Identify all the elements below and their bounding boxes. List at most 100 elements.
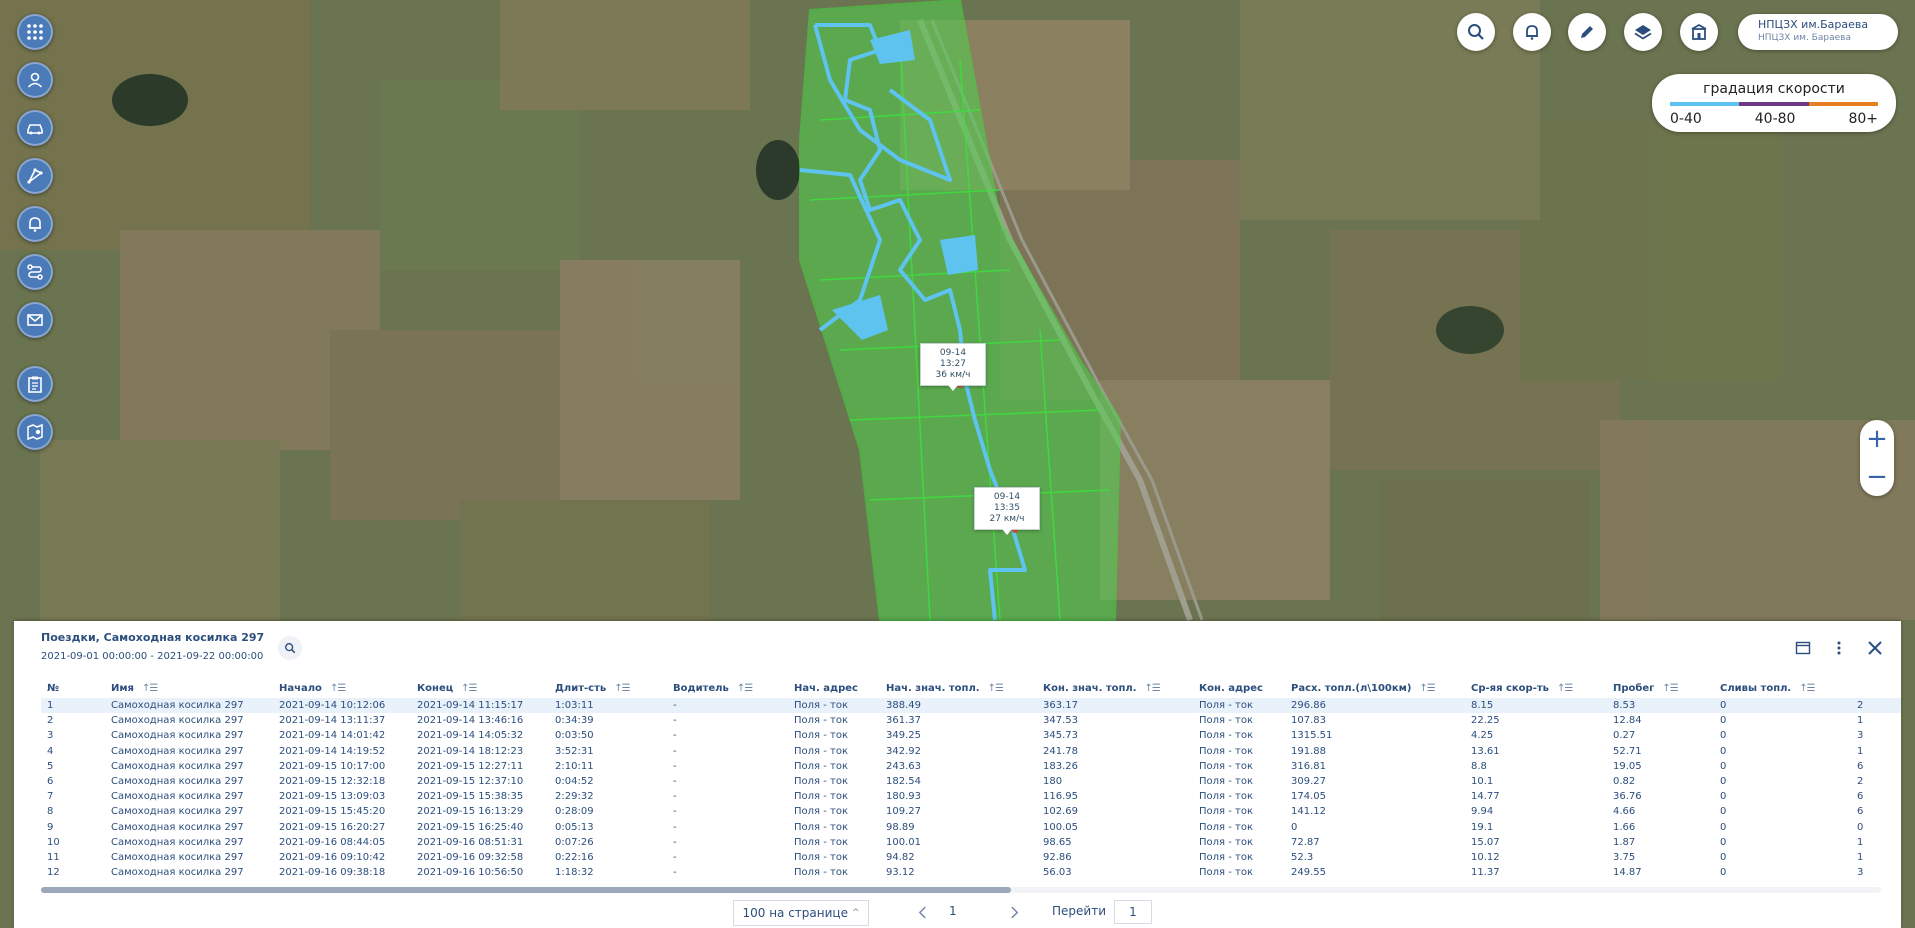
column-header[interactable]: Конец ↑☰ bbox=[411, 678, 549, 698]
prev-page-button[interactable] bbox=[912, 900, 932, 924]
table-row[interactable]: 6 Самоходная косилка 297 2021-09-15 12:32:… bbox=[41, 774, 1901, 789]
zoom-out-button[interactable]: − bbox=[1860, 458, 1894, 496]
table-cell: Поля - ток bbox=[1199, 760, 1253, 772]
column-header[interactable]: Нач. адрес bbox=[788, 678, 880, 698]
table-cell: 98.65 bbox=[1043, 836, 1072, 848]
sort-icon[interactable]: ↑☰ bbox=[737, 683, 753, 694]
table-cell: Самоходная косилка 297 bbox=[111, 776, 244, 788]
column-header[interactable]: Начало ↑☰ bbox=[273, 678, 411, 698]
sort-icon[interactable]: ↑☰ bbox=[988, 683, 1004, 694]
scrollbar-thumb[interactable] bbox=[41, 887, 1011, 893]
column-header-label: № bbox=[47, 682, 60, 694]
sort-icon[interactable]: ↑☰ bbox=[1419, 683, 1435, 694]
column-header[interactable]: Нач. знач. топл. ↑☰ bbox=[880, 678, 1037, 698]
sort-icon[interactable]: ↑☰ bbox=[1799, 683, 1815, 694]
table-cell: 12.84 bbox=[1613, 715, 1642, 727]
per-page-select[interactable]: 100 на странице ^ bbox=[733, 900, 869, 926]
column-header[interactable]: Сливы топл. ↑☰ bbox=[1714, 678, 1851, 698]
zoom-in-button[interactable]: + bbox=[1860, 420, 1894, 458]
more-vertical-icon bbox=[1837, 641, 1841, 655]
table-cell: 0:22:16 bbox=[555, 851, 594, 863]
table-row[interactable]: 1 Самоходная косилка 297 2021-09-14 10:12:… bbox=[41, 698, 1901, 714]
column-header[interactable]: № bbox=[41, 678, 105, 698]
table-cell: 361.37 bbox=[886, 715, 921, 727]
table-cell: 241.78 bbox=[1043, 745, 1078, 757]
mail-icon bbox=[27, 314, 43, 326]
table-row[interactable]: 10 Самоходная косилка 297 2021-09-16 08:44… bbox=[41, 835, 1901, 850]
table-cell: 8 bbox=[47, 806, 54, 818]
geozones-button[interactable] bbox=[17, 158, 53, 194]
sort-icon[interactable]: ↑☰ bbox=[142, 683, 158, 694]
top-notifications-button[interactable] bbox=[1513, 13, 1551, 51]
apps-button[interactable] bbox=[17, 14, 53, 50]
table-row[interactable]: 3 Самоходная косилка 297 2021-09-14 14:01:… bbox=[41, 728, 1901, 743]
table-cell: 0:34:39 bbox=[555, 715, 594, 727]
table-cell: 4 bbox=[47, 745, 54, 757]
sort-icon[interactable]: ↑☰ bbox=[1557, 683, 1573, 694]
table-cell: 0 bbox=[1720, 836, 1727, 848]
table-cell: 2021-09-16 08:44:05 bbox=[279, 836, 386, 848]
table-cell: 0 bbox=[1857, 821, 1864, 833]
users-button[interactable] bbox=[17, 62, 53, 98]
panel-maximize-button[interactable] bbox=[1791, 636, 1815, 660]
table-row[interactable]: 11 Самоходная косилка 297 2021-09-16 09:10… bbox=[41, 850, 1901, 865]
table-cell: 0.27 bbox=[1613, 730, 1636, 742]
table-row[interactable]: 7 Самоходная косилка 297 2021-09-15 13:09:… bbox=[41, 789, 1901, 804]
column-header[interactable]: Имя ↑☰ bbox=[105, 678, 273, 698]
table-row[interactable]: 5 Самоходная косилка 297 2021-09-15 10:17:… bbox=[41, 759, 1901, 774]
table-cell: 388.49 bbox=[886, 700, 921, 712]
layers-button[interactable] bbox=[1624, 13, 1662, 51]
legend-bar bbox=[1670, 102, 1878, 106]
table-cell: 0 bbox=[1720, 851, 1727, 863]
table-cell: Поля - ток bbox=[794, 821, 848, 833]
map-objects-button[interactable] bbox=[17, 414, 53, 450]
table-row[interactable]: 8 Самоходная косилка 297 2021-09-15 15:45:… bbox=[41, 804, 1901, 819]
table-cell: 10.1 bbox=[1471, 776, 1494, 788]
table-cell: 93.12 bbox=[886, 867, 915, 879]
organization-selector[interactable]: НПЦЗХ им.Бараева НПЦЗХ им. Бараева bbox=[1738, 14, 1898, 50]
column-header[interactable]: Кон. знач. топл. ↑☰ bbox=[1037, 678, 1193, 698]
sort-icon[interactable]: ↑☰ bbox=[461, 683, 477, 694]
column-header[interactable]: Ср-яя скор-ть ↑☰ bbox=[1465, 678, 1607, 698]
column-header[interactable]: Водитель ↑☰ bbox=[667, 678, 788, 698]
table-row[interactable]: 2 Самоходная косилка 297 2021-09-14 13:11:… bbox=[41, 713, 1901, 728]
reports-button[interactable] bbox=[17, 366, 53, 402]
messages-button[interactable] bbox=[17, 302, 53, 338]
table-cell: 5 bbox=[47, 760, 54, 772]
column-header[interactable]: Длит-сть ↑☰ bbox=[549, 678, 667, 698]
table-cell: 2021-09-14 13:11:37 bbox=[279, 715, 386, 727]
column-header[interactable]: Кон. адрес bbox=[1193, 678, 1285, 698]
table-cell: 9 bbox=[47, 821, 54, 833]
vehicles-button[interactable] bbox=[17, 110, 53, 146]
panel-close-button[interactable] bbox=[1863, 636, 1887, 660]
current-page: 1 bbox=[949, 904, 957, 918]
apps-grid-icon bbox=[27, 24, 43, 40]
panel-search-button[interactable] bbox=[278, 636, 302, 660]
objects-button[interactable] bbox=[1680, 13, 1718, 51]
table-cell: - bbox=[673, 700, 677, 712]
trips-button[interactable] bbox=[17, 254, 53, 290]
next-page-button[interactable] bbox=[1004, 900, 1024, 924]
horizontal-scrollbar[interactable] bbox=[41, 887, 1881, 893]
goto-page-input[interactable]: 1 bbox=[1114, 900, 1152, 924]
panel-menu-button[interactable] bbox=[1827, 636, 1851, 660]
table-row[interactable]: 9 Самоходная косилка 297 2021-09-15 16:20:… bbox=[41, 820, 1901, 835]
column-header[interactable]: Пробег ↑☰ bbox=[1607, 678, 1714, 698]
map-search-button[interactable] bbox=[1457, 13, 1495, 51]
sort-icon[interactable]: ↑☰ bbox=[1662, 683, 1678, 694]
column-header[interactable]: Расх. топл.(л\100км) ↑☰ bbox=[1285, 678, 1465, 698]
sort-icon[interactable]: ↑☰ bbox=[330, 683, 346, 694]
sort-icon[interactable]: ↑☰ bbox=[1145, 683, 1161, 694]
table-row[interactable]: 4 Самоходная косилка 297 2021-09-14 14:19:… bbox=[41, 744, 1901, 759]
table-cell: 2:10:11 bbox=[555, 760, 594, 772]
table-row[interactable]: 12 Самоходная косилка 297 2021-09-16 09:38… bbox=[41, 865, 1901, 880]
column-header-label: Ср-яя скор-ть bbox=[1471, 682, 1549, 694]
column-header-overflow bbox=[1851, 678, 1901, 698]
trips-table-wrapper[interactable]: № Имя ↑☰ Начало ↑☰ Конец ↑☰ Длит-сть ↑☰ Водитель ↑… bbox=[41, 678, 1901, 890]
sort-icon[interactable]: ↑☰ bbox=[614, 683, 630, 694]
table-cell: Поля - ток bbox=[794, 836, 848, 848]
search-icon bbox=[285, 643, 296, 654]
draw-button[interactable] bbox=[1568, 13, 1606, 51]
notifications-button[interactable] bbox=[17, 206, 53, 242]
table-cell: Поля - ток bbox=[794, 700, 848, 712]
